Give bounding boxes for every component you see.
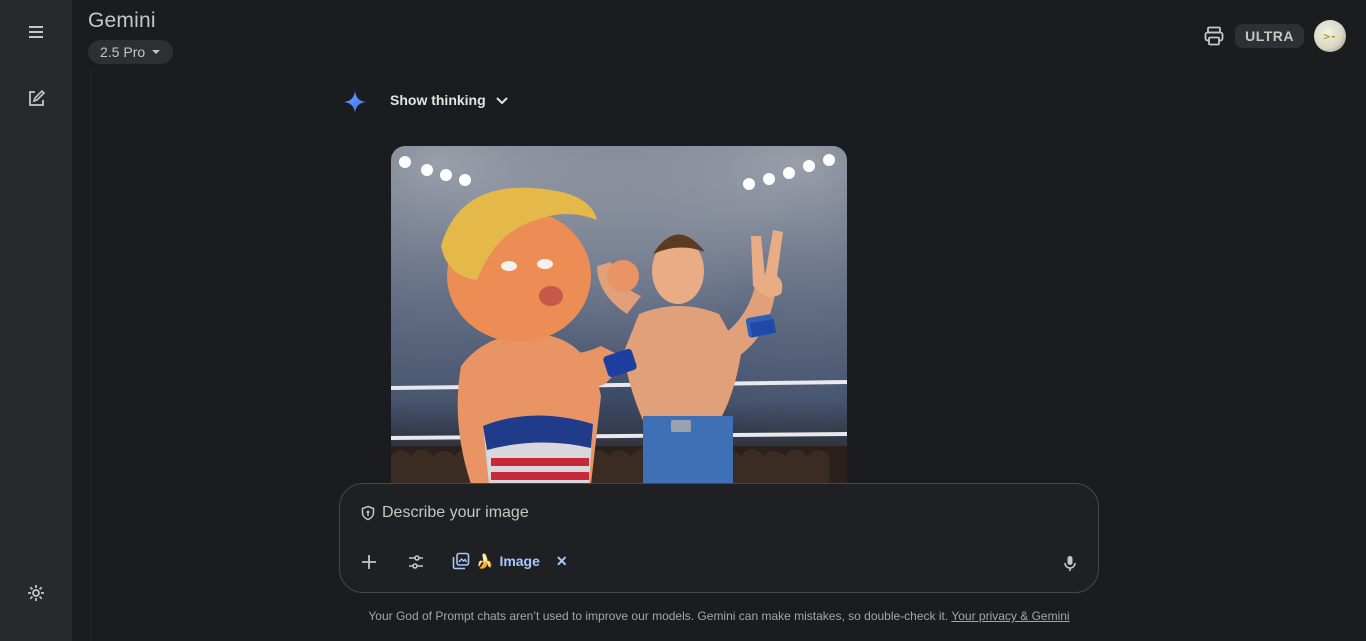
account-avatar[interactable]: >- — [1314, 20, 1346, 52]
shield-icon — [361, 505, 375, 521]
model-selector[interactable]: 2.5 Pro — [88, 40, 174, 64]
hamburger-menu-icon — [29, 26, 43, 38]
avatar-glyph-icon: >- — [1323, 29, 1337, 43]
prompt-placeholder: Describe your image — [382, 504, 529, 521]
caret-down-icon — [152, 50, 161, 54]
side-rail — [0, 0, 72, 641]
tools-button[interactable] — [405, 551, 427, 573]
tune-icon — [409, 555, 423, 569]
gear-icon — [28, 585, 44, 601]
chevron-down-icon — [495, 97, 508, 105]
plus-icon — [362, 555, 376, 569]
microphone-icon — [1064, 556, 1076, 571]
printer-icon — [1204, 26, 1224, 46]
show-thinking-toggle[interactable]: Show thinking — [390, 92, 510, 108]
new-chat-button[interactable] — [18, 81, 54, 117]
top-bar: Gemini 2.5 Pro ULTRA >- — [72, 0, 1366, 70]
microphone-button[interactable] — [1059, 552, 1081, 574]
generated-image[interactable] — [391, 146, 847, 484]
image-tool-chip[interactable]: 🍌 Image ✕ — [452, 552, 568, 570]
edit-square-icon — [29, 89, 46, 106]
print-button[interactable] — [1200, 22, 1228, 50]
banana-emoji-icon: 🍌 — [476, 552, 494, 569]
remove-tool-icon[interactable]: ✕ — [556, 553, 568, 570]
image-tool-label: Image — [499, 553, 540, 569]
disclaimer-text: Your God of Prompt chats aren’t used to … — [368, 609, 949, 623]
image-library-icon — [452, 552, 470, 570]
add-attachment-button[interactable] — [358, 551, 380, 573]
conversation-divider — [90, 66, 91, 641]
show-thinking-label: Show thinking — [390, 92, 486, 108]
gemini-spark-icon — [344, 91, 366, 113]
model-label: 2.5 Pro — [100, 44, 146, 60]
footer-disclaimer: Your God of Prompt chats aren’t used to … — [0, 609, 1366, 623]
prompt-input[interactable]: Describe your image — [360, 504, 529, 522]
wrestling-cartoon-illustration — [391, 146, 847, 484]
plan-badge[interactable]: ULTRA — [1235, 24, 1304, 48]
prompt-composer[interactable]: Describe your image 🍌 Image ✕ — [339, 483, 1099, 593]
settings-button[interactable] — [18, 575, 54, 611]
app-title: Gemini — [88, 9, 156, 32]
privacy-link[interactable]: Your privacy & Gemini — [951, 609, 1069, 623]
main-menu-button[interactable] — [18, 14, 54, 50]
